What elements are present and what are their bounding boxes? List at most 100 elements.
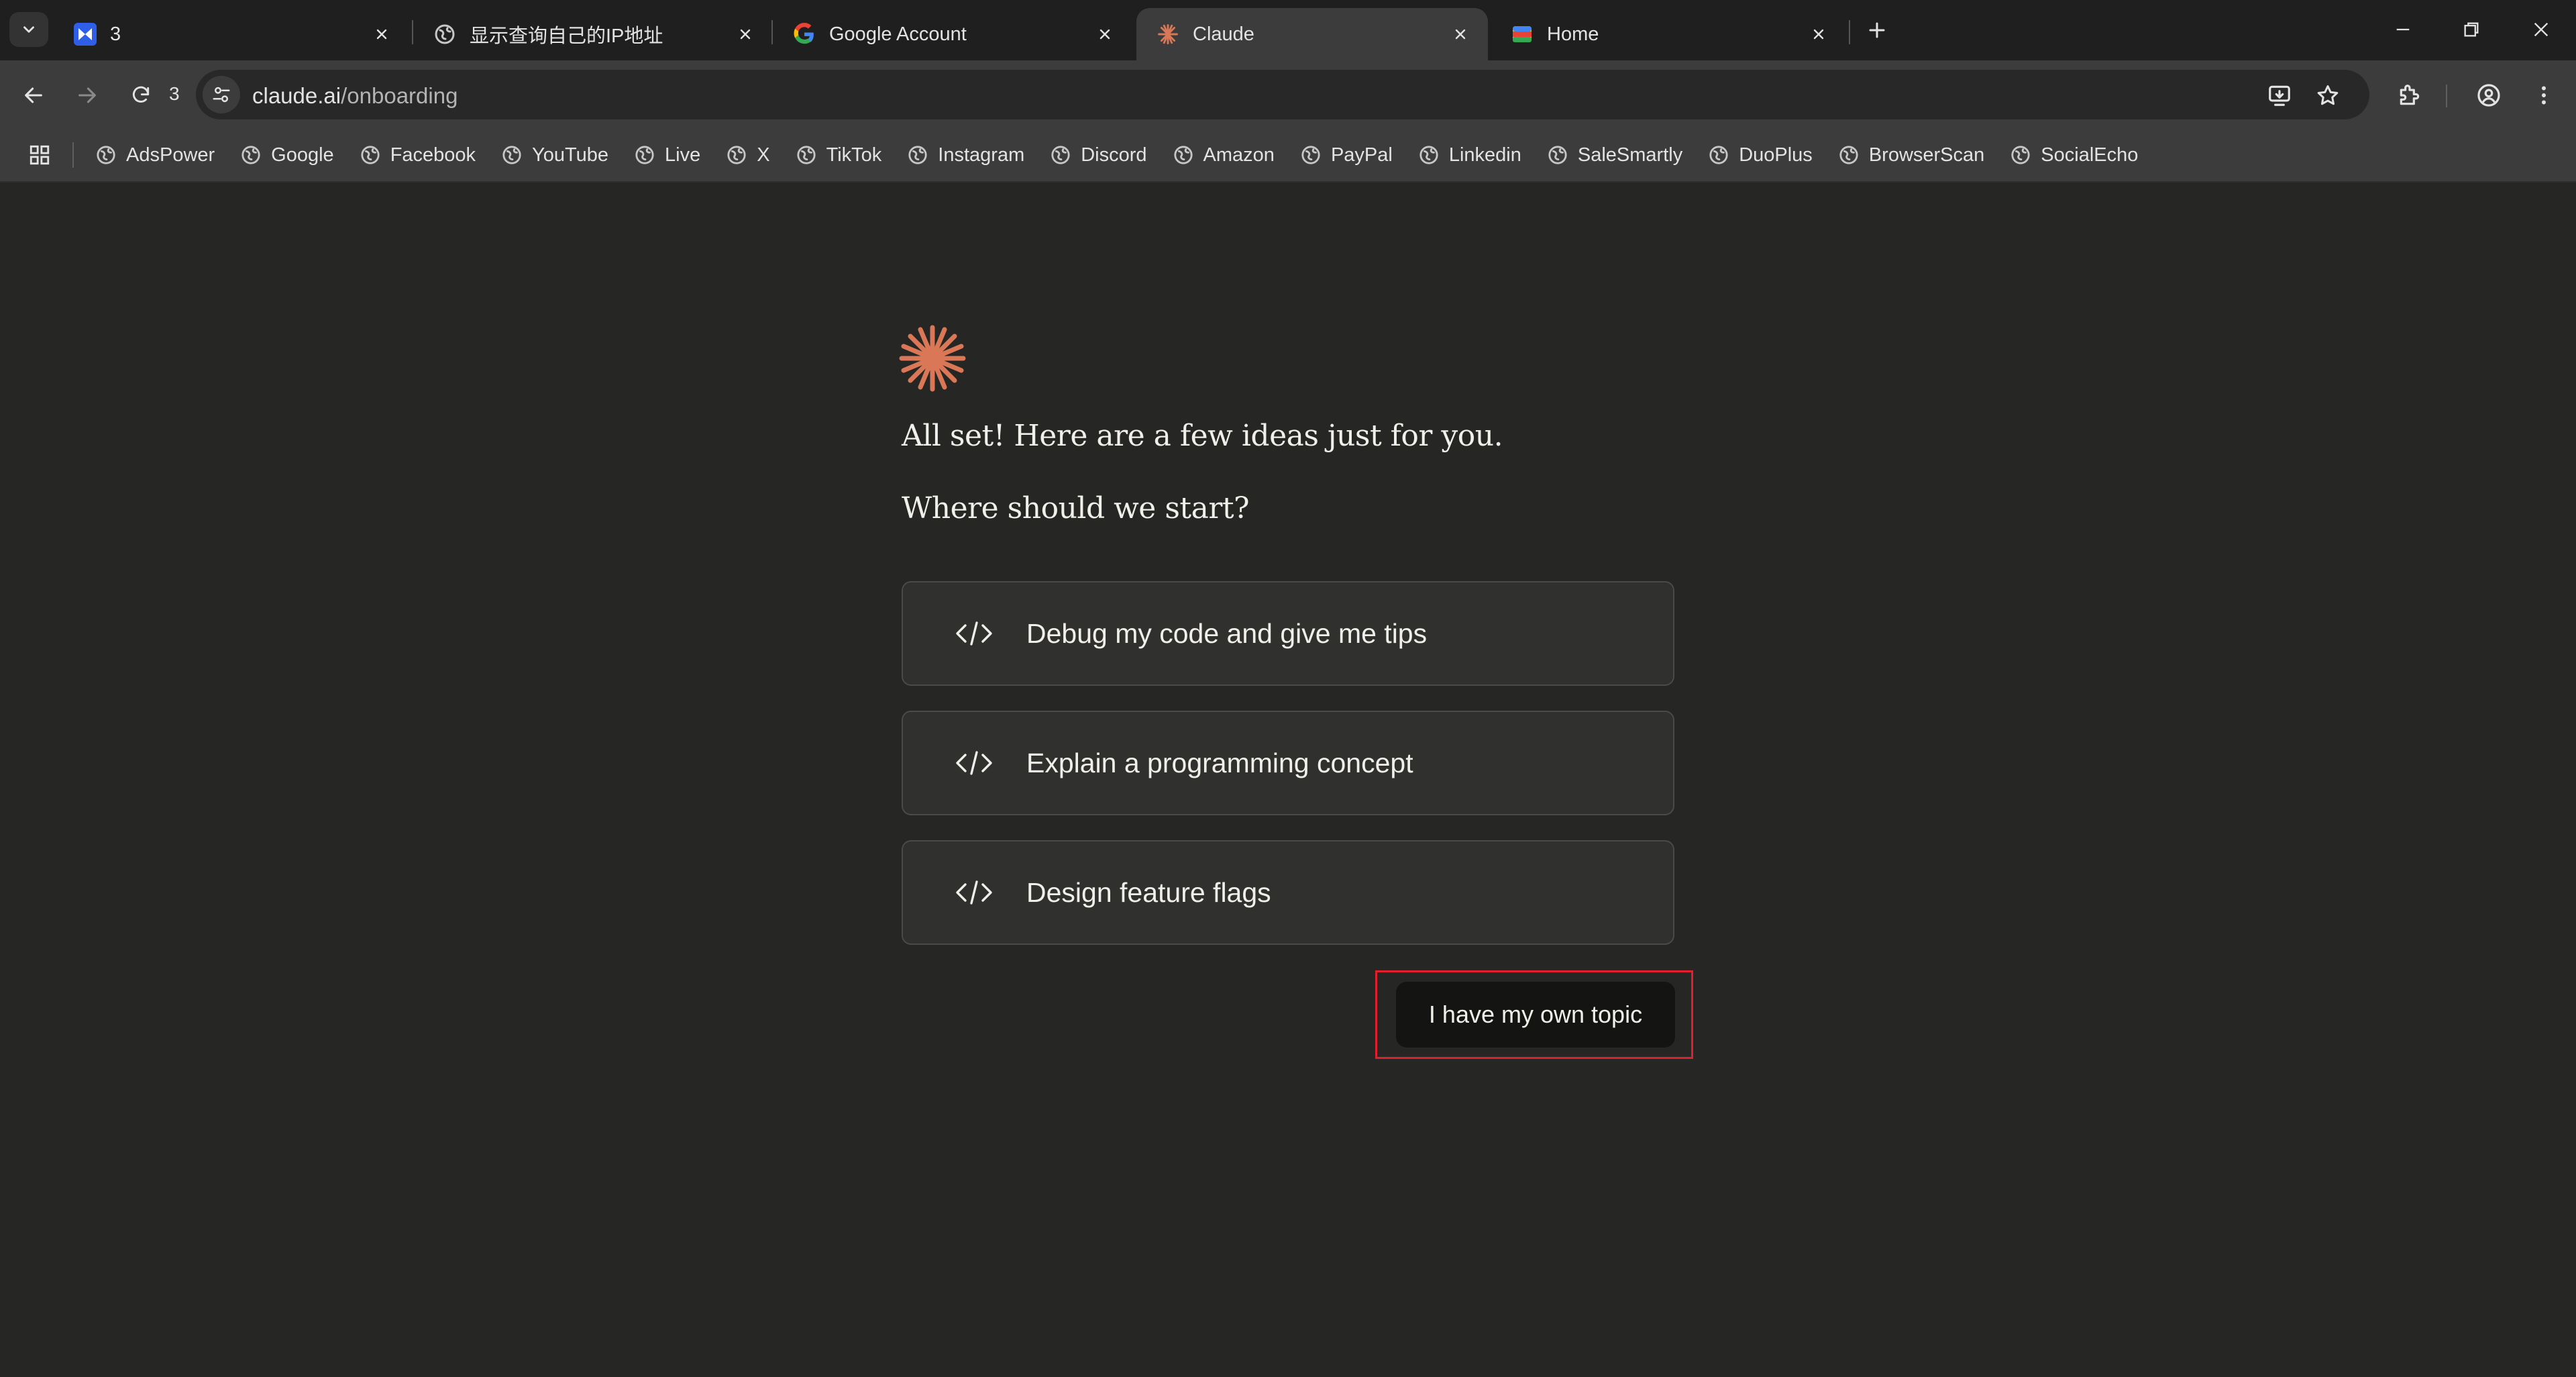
bookmark-label: Amazon: [1203, 144, 1275, 166]
restore-icon: [2464, 22, 2479, 37]
close-window-button[interactable]: [2521, 12, 2561, 47]
globe-icon: [95, 144, 117, 166]
chevron-down-icon: [23, 26, 34, 33]
claude-spark-logo: [899, 325, 966, 392]
globe-icon: [2010, 144, 2031, 166]
bookmark-label: DuoPlus: [1739, 144, 1813, 166]
tab-claude-active[interactable]: Claude: [1136, 8, 1488, 60]
globe-icon: [1300, 144, 1322, 166]
option-label: Explain a programming concept: [1026, 747, 1413, 778]
bookmark-item[interactable]: AdsPower: [95, 129, 215, 181]
close-icon[interactable]: [1093, 23, 1116, 46]
bookmark-item[interactable]: Instagram: [907, 129, 1024, 181]
bookmark-item[interactable]: Amazon: [1173, 129, 1275, 181]
toolbar-divider: [2446, 85, 2447, 107]
menu-button[interactable]: [2526, 78, 2561, 113]
bookmark-label: Linkedin: [1448, 144, 1521, 166]
tab-5[interactable]: Home: [1491, 8, 1846, 60]
globe-icon: [433, 23, 456, 46]
option-debug-code[interactable]: Debug my code and give me tips: [902, 581, 1674, 686]
close-icon: [2534, 22, 2548, 37]
address-bar[interactable]: claude.ai/onboarding: [196, 70, 2369, 119]
reload-button[interactable]: [122, 76, 160, 114]
tab-search-button[interactable]: [9, 12, 48, 47]
star-icon: [2317, 85, 2339, 105]
globe-icon: [1173, 144, 1194, 166]
bookmark-label: PayPal: [1330, 144, 1393, 166]
extensions-button[interactable]: [2392, 78, 2427, 113]
minimize-icon: [2396, 28, 2410, 31]
globe-icon: [634, 144, 655, 166]
bookmark-item[interactable]: Linkedin: [1418, 129, 1521, 181]
plus-icon: [1869, 22, 1885, 38]
tab-2[interactable]: 显示查询自己的IP地址: [413, 8, 773, 60]
close-icon[interactable]: [1807, 23, 1830, 46]
bookmark-label: Google: [271, 144, 334, 166]
bookmark-label: Facebook: [390, 144, 476, 166]
bookmark-item[interactable]: PayPal: [1300, 129, 1393, 181]
tab-title: Claude: [1193, 23, 1254, 45]
option-explain-concept[interactable]: Explain a programming concept: [902, 711, 1674, 815]
apps-button[interactable]: [25, 141, 54, 169]
bookmarks-list: AdsPower Google Facebook YouTube Live X TikTok…: [95, 129, 2163, 181]
profile-button[interactable]: [2471, 78, 2506, 113]
bookmark-item[interactable]: Google: [240, 129, 334, 181]
bookmark-label: Instagram: [938, 144, 1025, 166]
code-icon: [953, 876, 996, 909]
globe-icon: [907, 144, 928, 166]
apps-grid-icon: [30, 145, 50, 165]
tab-3[interactable]: Google Account: [773, 8, 1132, 60]
site-info-button[interactable]: [203, 76, 240, 113]
bookmark-item[interactable]: Discord: [1050, 129, 1147, 181]
forward-button[interactable]: [68, 76, 106, 114]
option-label: Design feature flags: [1026, 876, 1271, 908]
bookmark-item[interactable]: Live: [634, 129, 700, 181]
bookmark-item[interactable]: X: [726, 129, 770, 181]
account-icon: [2477, 84, 2500, 107]
google-icon: [793, 23, 816, 46]
globe-icon: [360, 144, 381, 166]
close-icon[interactable]: [370, 23, 393, 46]
bookmark-label: AdsPower: [126, 144, 215, 166]
bookmark-item[interactable]: BrowserScan: [1838, 129, 1984, 181]
highlight-box: I have my own topic: [1375, 970, 1693, 1059]
back-button[interactable]: [15, 76, 52, 114]
close-icon[interactable]: [734, 23, 757, 46]
bookmark-star-button[interactable]: [2314, 82, 2341, 109]
bookmark-item[interactable]: Facebook: [360, 129, 476, 181]
tab-strip: 3 显示查询自己的IP地址 Google Account Claude Home: [0, 0, 2576, 60]
bookmark-item[interactable]: SaleSmartly: [1547, 129, 1682, 181]
restore-button[interactable]: [2451, 12, 2491, 47]
code-icon: [953, 747, 996, 779]
tab-divider: [1849, 20, 1850, 44]
close-icon[interactable]: [1449, 23, 1472, 46]
adspower-icon: [74, 23, 97, 46]
tune-icon: [213, 87, 230, 103]
kebab-menu-icon: [2542, 86, 2546, 105]
own-topic-button[interactable]: I have my own topic: [1396, 982, 1675, 1048]
arrow-right-icon: [78, 87, 96, 103]
url-text[interactable]: claude.ai/onboarding: [252, 83, 458, 109]
reload-count: 3: [169, 83, 180, 104]
reload-icon: [132, 86, 150, 103]
globe-icon: [501, 144, 523, 166]
home-app-icon: [1511, 23, 1534, 46]
bookmark-label: BrowserScan: [1868, 144, 1985, 166]
bookmark-item[interactable]: SocialEcho: [2010, 129, 2138, 181]
browser-toolbar: 3 claude.ai/onboarding: [0, 60, 2576, 129]
tab-title: Google Account: [829, 23, 967, 45]
bookmark-label: SocialEcho: [2041, 144, 2139, 166]
install-app-button[interactable]: [2266, 82, 2293, 109]
new-tab-button[interactable]: [1858, 16, 1896, 44]
page-heading: All set! Here are a few ideas just for y…: [902, 419, 1503, 453]
option-design-feature-flags[interactable]: Design feature flags: [902, 840, 1674, 945]
minimize-button[interactable]: [2383, 12, 2423, 47]
tab-1[interactable]: 3: [54, 8, 409, 60]
url-path: /onboarding: [341, 83, 458, 108]
bookmark-item[interactable]: YouTube: [501, 129, 608, 181]
arrow-left-icon: [25, 87, 42, 103]
bookmark-item[interactable]: TikTok: [796, 129, 881, 181]
puzzle-icon: [2400, 85, 2420, 105]
bookmark-item[interactable]: DuoPlus: [1708, 129, 1813, 181]
bookmark-label: Discord: [1081, 144, 1147, 166]
